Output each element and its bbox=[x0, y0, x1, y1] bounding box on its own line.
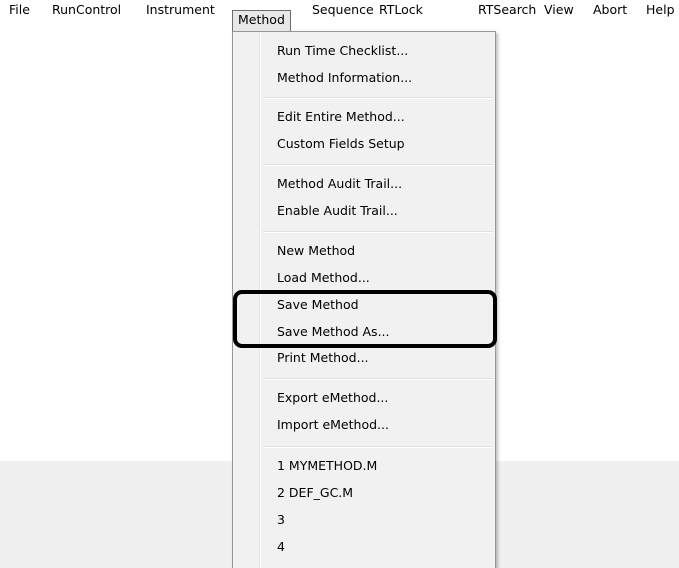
menu-item-edit-entire-method[interactable]: Edit Entire Method... bbox=[277, 109, 405, 125]
menu-item-recent-method-1[interactable]: 1 MYMETHOD.M bbox=[277, 458, 377, 474]
menu-item-load-method[interactable]: Load Method... bbox=[277, 270, 370, 286]
application-window: File RunControl Instrument Sequence RTLo… bbox=[0, 0, 679, 568]
menu-runcontrol[interactable]: RunControl bbox=[52, 0, 121, 20]
menu-item-recent-method-4[interactable]: 4 bbox=[277, 539, 285, 555]
menu-file[interactable]: File bbox=[9, 0, 30, 20]
menu-item-save-method[interactable]: Save Method bbox=[277, 297, 359, 313]
menu-item-recent-method-2[interactable]: 2 DEF_GC.M bbox=[277, 485, 353, 501]
menu-item-export-emethod[interactable]: Export eMethod... bbox=[277, 390, 388, 406]
menu-separator bbox=[263, 97, 493, 99]
menu-separator bbox=[263, 446, 493, 448]
menu-icon-gutter bbox=[259, 32, 261, 568]
menu-item-new-method[interactable]: New Method bbox=[277, 243, 355, 259]
menu-help[interactable]: Help bbox=[646, 0, 675, 20]
menu-item-enable-audit-trail[interactable]: Enable Audit Trail... bbox=[277, 203, 398, 219]
method-dropdown-menu: Run Time Checklist... Method Information… bbox=[232, 31, 496, 568]
menu-rtlock[interactable]: RTLock bbox=[379, 0, 423, 20]
menu-method[interactable]: Method bbox=[232, 10, 291, 32]
menu-item-save-method-as[interactable]: Save Method As... bbox=[277, 324, 390, 340]
menu-item-print-method[interactable]: Print Method... bbox=[277, 350, 369, 366]
menu-item-run-time-checklist[interactable]: Run Time Checklist... bbox=[277, 43, 408, 59]
menu-bar: File RunControl Instrument Sequence RTLo… bbox=[0, 0, 679, 20]
menu-separator bbox=[263, 231, 493, 233]
menu-item-method-information[interactable]: Method Information... bbox=[277, 70, 412, 86]
menu-abort[interactable]: Abort bbox=[593, 0, 627, 20]
menu-view[interactable]: View bbox=[544, 0, 574, 20]
menu-sequence[interactable]: Sequence bbox=[312, 0, 374, 20]
menu-item-recent-method-3[interactable]: 3 bbox=[277, 512, 285, 528]
menu-rtsearch[interactable]: RTSearch bbox=[478, 0, 536, 20]
menu-instrument[interactable]: Instrument bbox=[146, 0, 215, 20]
menu-item-import-emethod[interactable]: Import eMethod... bbox=[277, 417, 389, 433]
menu-item-method-audit-trail[interactable]: Method Audit Trail... bbox=[277, 176, 402, 192]
menu-item-custom-fields-setup[interactable]: Custom Fields Setup bbox=[277, 136, 405, 152]
menu-separator bbox=[263, 164, 493, 166]
menu-separator bbox=[263, 378, 493, 380]
